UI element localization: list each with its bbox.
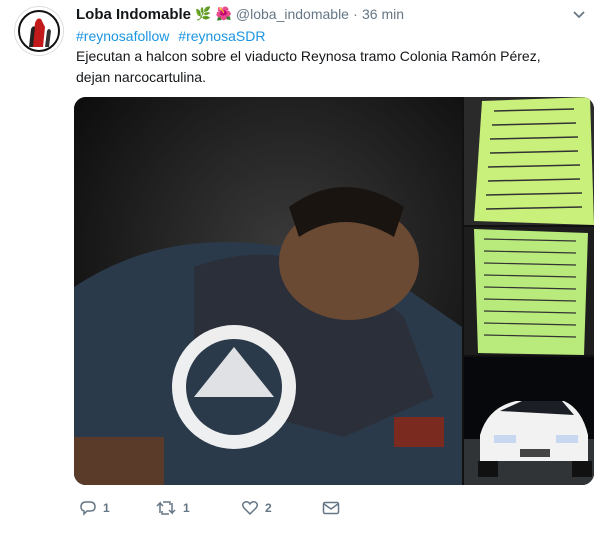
tweet: Loba Indomable 🌿 🌺 @loba_indomable · 36 … [0, 0, 600, 534]
car-photo[interactable] [464, 357, 594, 485]
like-count: 2 [265, 501, 272, 515]
herb-emoji: 🌿 [195, 6, 212, 21]
avatar[interactable] [14, 6, 64, 56]
media-grid [74, 97, 594, 485]
tweet-header: Loba Indomable 🌿 🌺 @loba_indomable · 36 … [76, 4, 576, 24]
separator-dot: · [353, 6, 358, 22]
hibiscus-emoji: 🌺 [215, 6, 232, 21]
reply-count: 1 [103, 501, 110, 515]
retweet-icon [156, 501, 176, 515]
display-name[interactable]: Loba Indomable [76, 6, 191, 23]
retweet-count: 1 [183, 501, 190, 515]
reply-icon [80, 501, 96, 516]
tweet-actions: 1 1 2 [76, 497, 376, 519]
tweet-text: Ejecutan a halcon sobre el viaducto Reyn… [76, 48, 541, 85]
user-handle[interactable]: @loba_indomable [236, 6, 349, 22]
tweet-timestamp[interactable]: 36 min [362, 6, 404, 22]
retweet-button[interactable]: 1 [155, 497, 190, 519]
sign-photo-2[interactable] [464, 227, 594, 355]
chevron-down-icon[interactable] [572, 8, 586, 22]
hashtag-link[interactable]: #reynosafollow [76, 28, 169, 44]
reply-button[interactable]: 1 [79, 497, 110, 519]
hashtag-link[interactable]: #reynosaSDR [178, 28, 265, 44]
envelope-icon [322, 501, 340, 515]
main-photo[interactable] [74, 97, 462, 485]
avatar-image [15, 7, 63, 55]
sign-photo-1[interactable] [464, 97, 594, 225]
heart-icon [241, 501, 259, 516]
like-button[interactable]: 2 [241, 497, 272, 519]
direct-message-button[interactable] [322, 497, 340, 519]
hashtag-line: #reynosafollow #reynosaSDR [76, 27, 270, 45]
